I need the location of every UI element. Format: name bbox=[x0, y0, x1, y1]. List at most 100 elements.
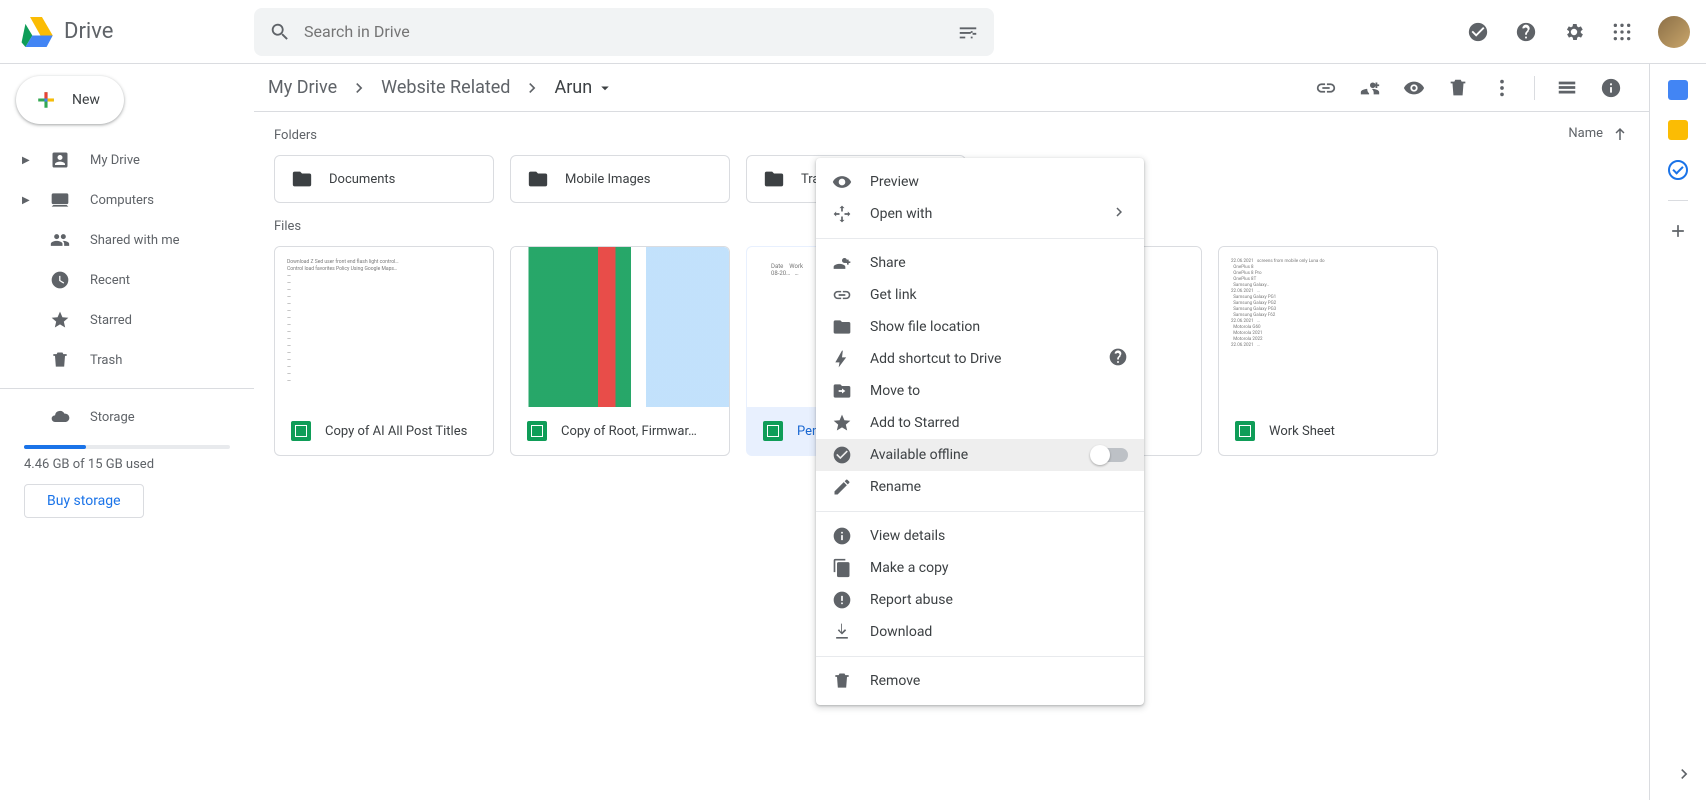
nav-label: Trash bbox=[90, 353, 122, 368]
support-icon[interactable] bbox=[1506, 12, 1546, 52]
keep-app-icon[interactable] bbox=[1668, 120, 1688, 140]
dropdown-icon bbox=[596, 79, 614, 97]
ctx-rename[interactable]: Rename bbox=[816, 471, 1144, 503]
nav-shared[interactable]: Shared with me bbox=[0, 220, 254, 260]
ctx-get-link[interactable]: Get link bbox=[816, 279, 1144, 311]
file-thumbnail: Download Z Sed user front end flash ligh… bbox=[275, 247, 493, 407]
get-link-icon[interactable] bbox=[1306, 68, 1346, 108]
hide-side-panel-icon[interactable] bbox=[1674, 764, 1694, 788]
ctx-download[interactable]: Download bbox=[816, 616, 1144, 648]
ctx-move-to[interactable]: Move to bbox=[816, 375, 1144, 407]
link-icon bbox=[832, 285, 852, 305]
eye-icon bbox=[832, 172, 852, 192]
ctx-add-starred[interactable]: Add to Starred bbox=[816, 407, 1144, 439]
toolbar-actions bbox=[1306, 68, 1631, 108]
app-title: Drive bbox=[64, 19, 113, 44]
nav-my-drive[interactable]: ▶My Drive bbox=[0, 140, 254, 180]
chevron-right-icon bbox=[349, 78, 369, 98]
share-icon[interactable] bbox=[1350, 68, 1390, 108]
breadcrumb-current[interactable]: Arun bbox=[548, 73, 620, 102]
add-app-icon[interactable] bbox=[1668, 221, 1688, 245]
offline-ready-icon[interactable] bbox=[1458, 12, 1498, 52]
nav-computers[interactable]: ▶Computers bbox=[0, 180, 254, 220]
search-options-icon[interactable] bbox=[956, 20, 980, 44]
search-input[interactable] bbox=[304, 22, 956, 41]
info-icon bbox=[832, 526, 852, 546]
folder-card[interactable]: Mobile Images bbox=[510, 155, 730, 203]
ctx-report-abuse[interactable]: Report abuse bbox=[816, 584, 1144, 616]
ctx-share[interactable]: Share bbox=[816, 247, 1144, 279]
header-icons bbox=[1458, 12, 1690, 52]
sheets-icon bbox=[1235, 421, 1255, 441]
context-menu: Preview Open with Share Get link Show fi… bbox=[816, 158, 1144, 705]
drive-folder-icon bbox=[50, 150, 70, 170]
trash-icon bbox=[50, 350, 70, 370]
people-icon bbox=[50, 230, 70, 250]
chevron-right-icon bbox=[1110, 203, 1128, 225]
nav-label: Shared with me bbox=[90, 233, 180, 248]
storage-text: 4.46 GB of 15 GB used bbox=[24, 457, 230, 472]
sheets-icon bbox=[291, 421, 311, 441]
view-details-icon[interactable] bbox=[1591, 68, 1631, 108]
new-button[interactable]: New bbox=[16, 76, 124, 124]
drive-shortcut-icon bbox=[832, 349, 852, 369]
breadcrumb: My Drive Website Related Arun bbox=[262, 73, 620, 102]
trash-icon bbox=[832, 671, 852, 691]
ctx-remove[interactable]: Remove bbox=[816, 665, 1144, 697]
plus-icon bbox=[32, 86, 60, 114]
nav-trash[interactable]: Trash bbox=[0, 340, 254, 380]
location-toolbar: My Drive Website Related Arun bbox=[254, 64, 1649, 112]
settings-icon[interactable] bbox=[1554, 12, 1594, 52]
file-name: Copy of AI All Post Titles bbox=[325, 424, 467, 439]
ctx-add-shortcut[interactable]: Add shortcut to Drive bbox=[816, 343, 1144, 375]
calendar-app-icon[interactable] bbox=[1668, 80, 1688, 100]
folder-icon bbox=[832, 317, 852, 337]
tasks-app-icon[interactable] bbox=[1668, 160, 1688, 180]
file-thumbnail: 22.06.2021 screens from mobile only Luna… bbox=[1219, 247, 1437, 407]
file-card[interactable]: 22.06.2021 screens from mobile only Luna… bbox=[1218, 246, 1438, 456]
preview-icon[interactable] bbox=[1394, 68, 1434, 108]
folder-name: Documents bbox=[329, 172, 395, 187]
folder-card[interactable]: Documents bbox=[274, 155, 494, 203]
folder-name: Mobile Images bbox=[565, 172, 650, 187]
ctx-open-with[interactable]: Open with bbox=[816, 198, 1144, 230]
nav-storage[interactable]: Storage bbox=[0, 397, 254, 437]
ctx-show-location[interactable]: Show file location bbox=[816, 311, 1144, 343]
download-icon bbox=[832, 622, 852, 642]
search-bar[interactable] bbox=[254, 8, 994, 56]
folder-icon bbox=[527, 168, 549, 190]
file-card[interactable]: Download Z Sed user front end flash ligh… bbox=[274, 246, 494, 456]
delete-icon[interactable] bbox=[1438, 68, 1478, 108]
help-icon[interactable] bbox=[1108, 347, 1128, 371]
file-card[interactable]: Copy of Root, Firmwar… bbox=[510, 246, 730, 456]
ctx-preview[interactable]: Preview bbox=[816, 166, 1144, 198]
side-panel-separator bbox=[1668, 200, 1688, 201]
file-name: Copy of Root, Firmwar… bbox=[561, 424, 697, 439]
breadcrumb-root[interactable]: My Drive bbox=[262, 73, 343, 102]
folders-label: Folders bbox=[254, 112, 337, 155]
ctx-make-copy[interactable]: Make a copy bbox=[816, 552, 1144, 584]
sheets-icon bbox=[527, 421, 547, 441]
breadcrumb-mid[interactable]: Website Related bbox=[375, 73, 516, 102]
side-panel bbox=[1650, 64, 1706, 800]
apps-icon[interactable] bbox=[1602, 12, 1642, 52]
copy-icon bbox=[832, 558, 852, 578]
search-icon[interactable] bbox=[268, 20, 292, 44]
report-icon bbox=[832, 590, 852, 610]
ctx-available-offline[interactable]: Available offline bbox=[816, 439, 1144, 471]
sidebar: New ▶My Drive ▶Computers Shared with me … bbox=[0, 64, 254, 800]
file-thumbnail bbox=[511, 247, 729, 407]
ctx-view-details[interactable]: View details bbox=[816, 520, 1144, 552]
cloud-icon bbox=[50, 407, 70, 427]
account-avatar[interactable] bbox=[1658, 16, 1690, 48]
sort-control[interactable]: Name bbox=[1568, 125, 1649, 143]
view-list-icon[interactable] bbox=[1547, 68, 1587, 108]
nav-recent[interactable]: Recent bbox=[0, 260, 254, 300]
logo-area[interactable]: Drive bbox=[16, 12, 254, 52]
nav-label: Recent bbox=[90, 273, 130, 288]
more-actions-icon[interactable] bbox=[1482, 68, 1522, 108]
offline-toggle[interactable] bbox=[1092, 448, 1128, 462]
buy-storage-button[interactable]: Buy storage bbox=[24, 484, 144, 518]
nav-starred[interactable]: Starred bbox=[0, 300, 254, 340]
nav-label: Starred bbox=[90, 313, 132, 328]
